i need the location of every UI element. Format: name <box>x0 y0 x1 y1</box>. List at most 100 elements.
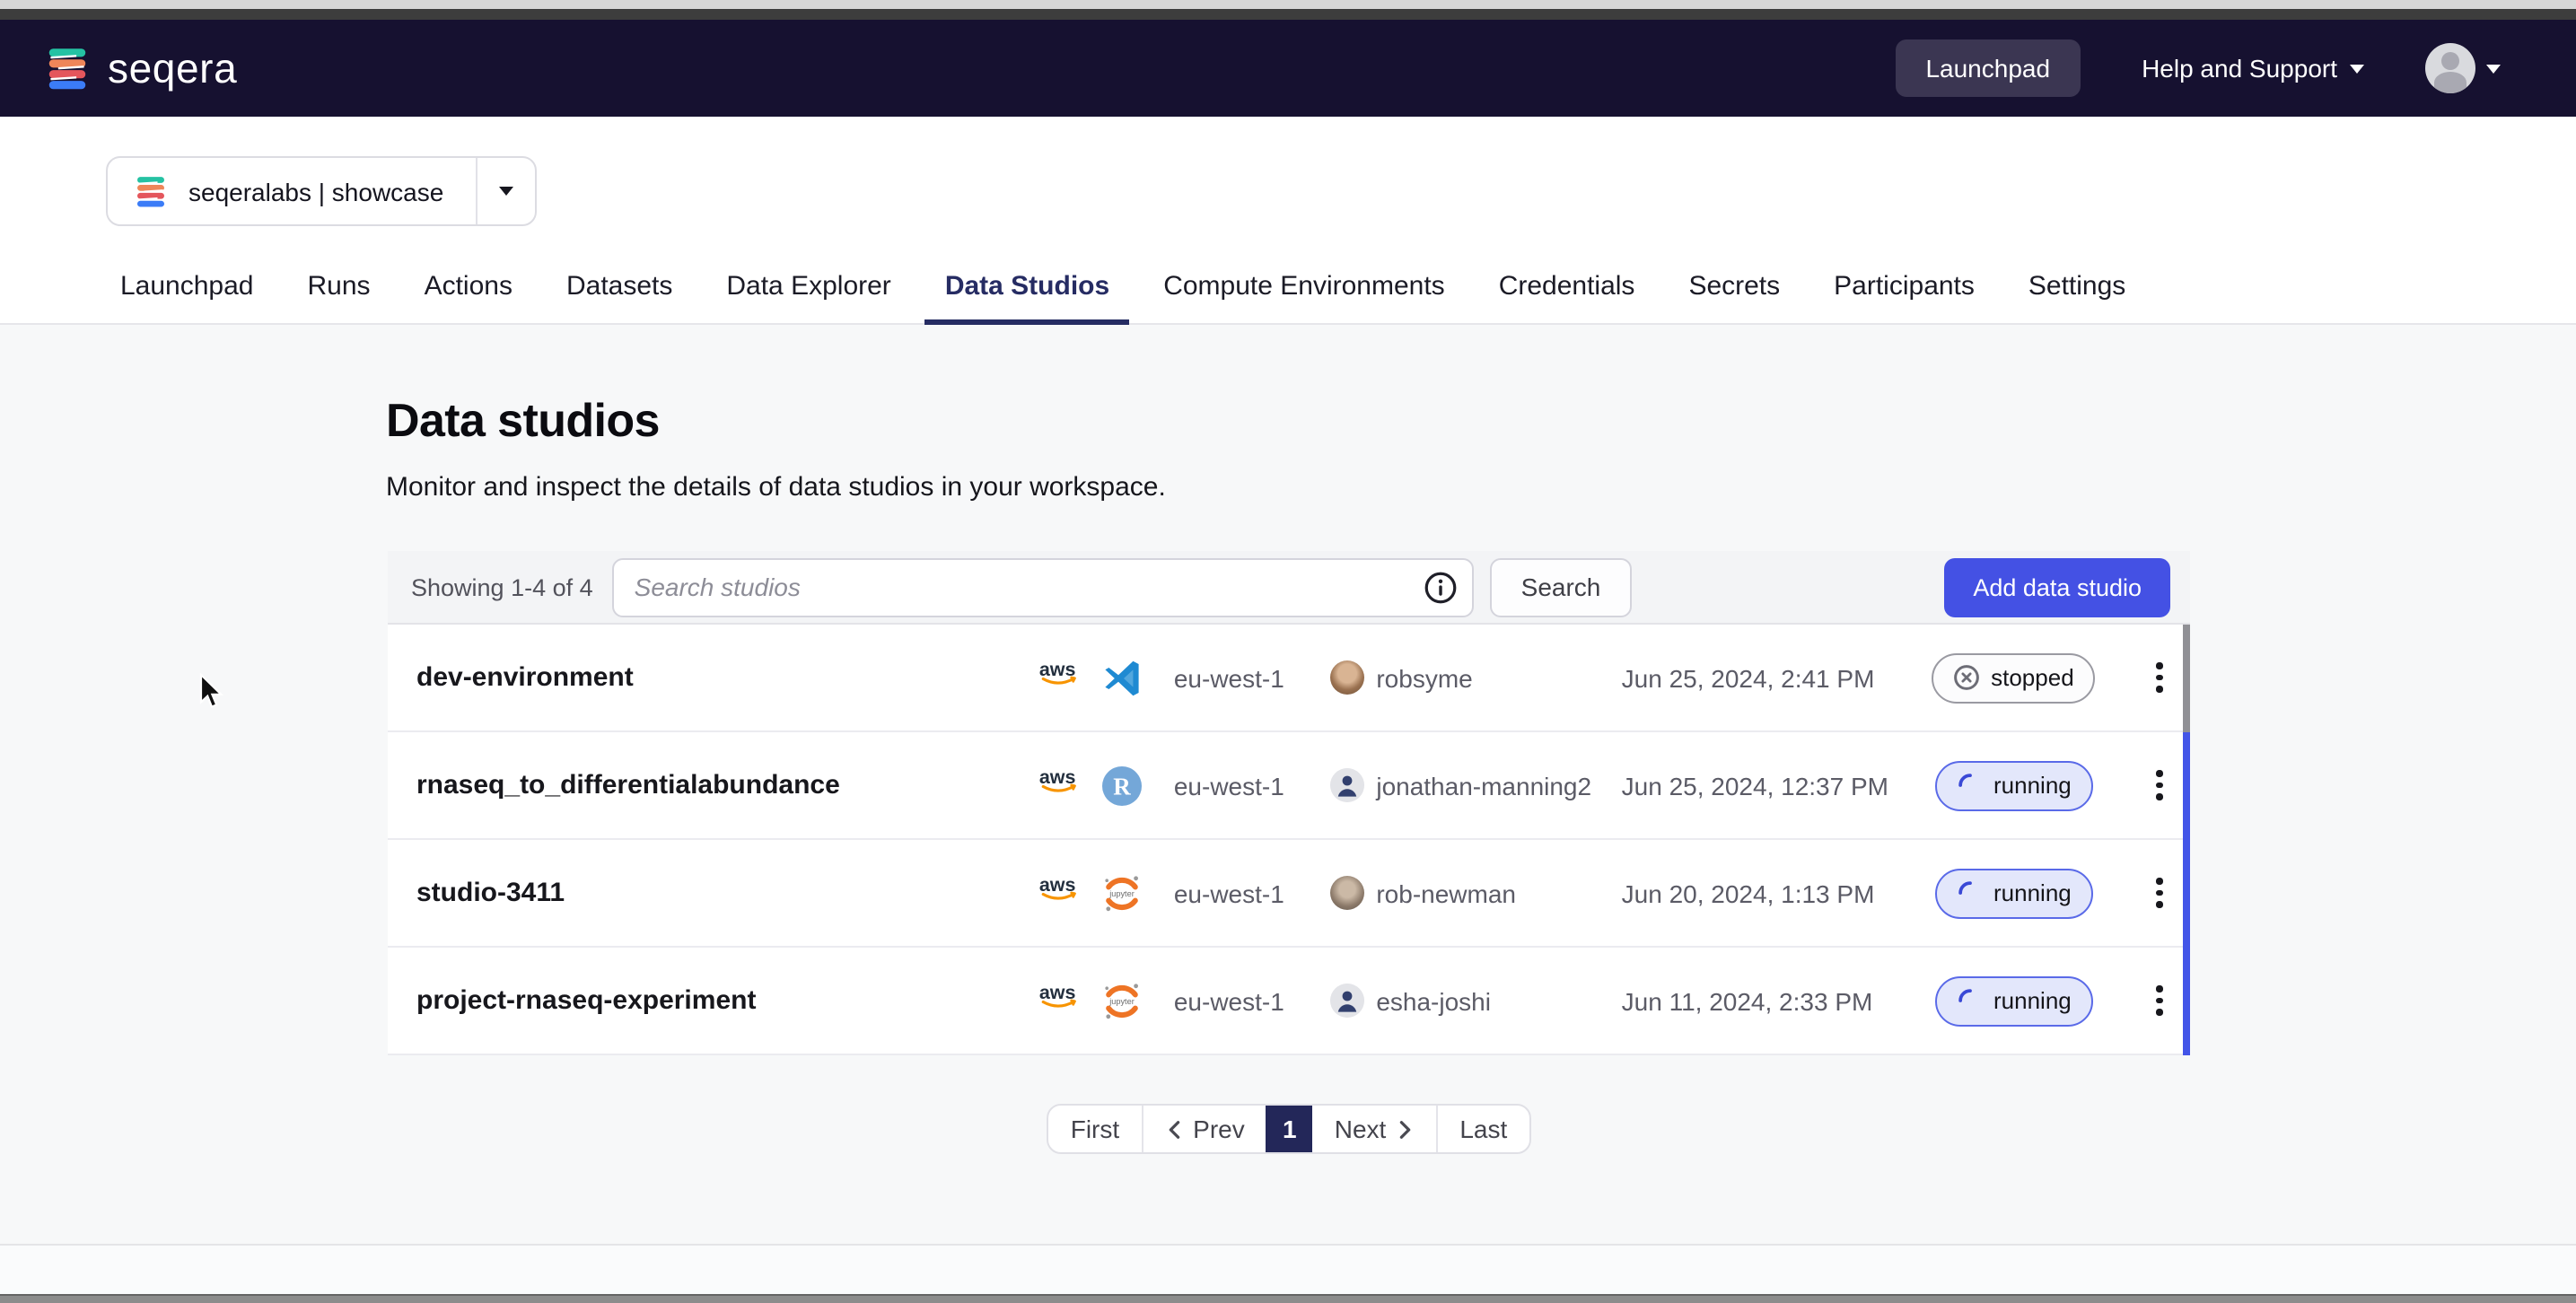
info-icon[interactable] <box>1423 568 1460 606</box>
table-row[interactable]: dev-environment aws R <box>388 625 2190 732</box>
tab-compute-environments[interactable]: Compute Environments <box>1136 253 1472 323</box>
created-date: Jun 11, 2024, 2:33 PM <box>1622 986 1923 1015</box>
table-row[interactable]: rnaseq_to_differentialabundance aws R <box>388 732 2190 840</box>
tab-data-studios[interactable]: Data Studios <box>918 253 1136 323</box>
table-toolbar: Showing 1-4 of 4 Search Add data studio <box>388 551 2190 625</box>
launchpad-button[interactable]: Launchpad <box>1895 39 2081 97</box>
tab-label: Credentials <box>1499 271 1635 302</box>
pagination: First Prev 1 Next Last <box>388 1104 2190 1154</box>
pagination-prev-label: Prev <box>1193 1115 1245 1143</box>
row-menu-button[interactable] <box>2130 771 2190 800</box>
pagination-last[interactable]: Last <box>1436 1106 1529 1152</box>
svg-text:aws: aws <box>1039 874 1076 896</box>
help-and-support-label: Help and Support <box>2142 54 2337 83</box>
pagination-first[interactable]: First <box>1049 1106 1143 1152</box>
tab-participants[interactable]: Participants <box>1807 253 2002 323</box>
studio-name-link[interactable]: studio-3411 <box>416 878 1034 908</box>
jupyter-icon: jupyter <box>1100 979 1143 1022</box>
aws-icon: aws <box>1034 872 1084 914</box>
tab-secrets[interactable]: Secrets <box>1661 253 1807 323</box>
tab-credentials[interactable]: Credentials <box>1472 253 1662 323</box>
svg-text:aws: aws <box>1039 659 1076 680</box>
chevron-down-icon <box>499 187 513 196</box>
page-footer <box>0 1246 2576 1296</box>
vscode-icon <box>1100 656 1143 699</box>
svg-text:aws: aws <box>1039 982 1076 1003</box>
table-row[interactable]: studio-3411 aws R <box>388 840 2190 948</box>
workspace-selector[interactable]: seqeralabs | showcase <box>106 156 537 226</box>
main-content: Data studios Monitor and inspect the det… <box>0 325 2576 1246</box>
status-badge: running <box>1934 760 2093 810</box>
scrollbar-thumb[interactable] <box>2183 625 2190 732</box>
page-title: Data studios <box>386 393 660 449</box>
studios-table: dev-environment aws R <box>388 625 2190 1055</box>
tab-runs[interactable]: Runs <box>281 253 398 323</box>
rstudio-icon: R <box>1100 764 1143 807</box>
seqera-logo[interactable]: seqera <box>43 44 237 92</box>
chevron-down-icon <box>2350 64 2364 73</box>
seqera-logo-icon <box>43 44 92 92</box>
workspace-header: seqeralabs | showcase Launchpad Runs Act… <box>0 117 2576 325</box>
tab-datasets[interactable]: Datasets <box>539 253 699 323</box>
studio-name-link[interactable]: dev-environment <box>416 662 1034 693</box>
page-subtitle: Monitor and inspect the details of data … <box>386 472 1166 503</box>
row-menu-button[interactable] <box>2130 879 2190 908</box>
region-label: eu-west-1 <box>1174 663 1330 692</box>
status-badge: running <box>1934 975 2093 1026</box>
pagination-next-label: Next <box>1335 1115 1387 1143</box>
app-window: seqera Launchpad Help and Support <box>0 0 2576 1303</box>
tab-label: Settings <box>2028 271 2125 302</box>
running-spinner-icon <box>1956 879 1983 906</box>
row-menu-button[interactable] <box>2130 986 2190 1016</box>
created-date: Jun 20, 2024, 1:13 PM <box>1622 879 1923 907</box>
tab-data-explorer[interactable]: Data Explorer <box>699 253 917 323</box>
aws-icon: aws <box>1034 765 1084 806</box>
studios-table-card: Showing 1-4 of 4 Search Add data studio <box>388 551 2190 1055</box>
svg-text:R: R <box>1113 773 1131 800</box>
user-menu[interactable] <box>2425 43 2501 93</box>
running-spinner-icon <box>1956 987 1983 1014</box>
add-data-studio-button[interactable]: Add data studio <box>1944 557 2170 617</box>
user-name: esha-joshi <box>1376 986 1491 1015</box>
user-avatar-icon <box>2425 43 2475 93</box>
pagination-prev[interactable]: Prev <box>1143 1106 1266 1152</box>
user-avatar <box>1329 660 1363 695</box>
region-label: eu-west-1 <box>1174 771 1330 800</box>
chevron-down-icon <box>2486 64 2501 73</box>
pagination-current-page[interactable]: 1 <box>1266 1106 1313 1152</box>
user-avatar <box>1329 768 1363 802</box>
pagination-next[interactable]: Next <box>1313 1106 1437 1152</box>
tab-label: Datasets <box>566 271 672 302</box>
tab-label: Data Studios <box>945 271 1109 302</box>
user-name: robsyme <box>1376 663 1472 692</box>
status-label: running <box>1993 772 2072 799</box>
region-label: eu-west-1 <box>1174 879 1330 907</box>
status-badge: running <box>1934 868 2093 918</box>
workspace-selector-toggle[interactable] <box>476 158 535 224</box>
status-badge: stopped <box>1932 652 2096 703</box>
search-button[interactable]: Search <box>1491 557 1632 617</box>
tab-label: Actions <box>425 271 513 302</box>
row-menu-button[interactable] <box>2130 663 2190 693</box>
window-chrome-top-dark <box>0 9 2576 20</box>
tab-label: Secrets <box>1688 271 1780 302</box>
help-and-support-menu[interactable]: Help and Support <box>2142 54 2364 83</box>
studio-name-link[interactable]: rnaseq_to_differentialabundance <box>416 770 1034 800</box>
user-name: rob-newman <box>1376 879 1516 907</box>
user-avatar <box>1329 876 1363 910</box>
running-spinner-icon <box>1956 772 1983 799</box>
tab-actions[interactable]: Actions <box>398 253 539 323</box>
table-row[interactable]: project-rnaseq-experiment aws R <box>388 948 2190 1055</box>
user-avatar <box>1329 984 1363 1018</box>
status-label: stopped <box>1991 664 2074 691</box>
scrollbar-accent <box>2183 732 2190 1055</box>
tab-label: Launchpad <box>120 271 254 302</box>
workspace-logo-icon <box>133 173 169 209</box>
tab-settings[interactable]: Settings <box>2002 253 2152 323</box>
studio-name-link[interactable]: project-rnaseq-experiment <box>416 985 1034 1016</box>
tab-label: Compute Environments <box>1163 271 1445 302</box>
tab-label: Participants <box>1834 271 1975 302</box>
tab-launchpad[interactable]: Launchpad <box>93 253 281 323</box>
created-date: Jun 25, 2024, 2:41 PM <box>1622 663 1923 692</box>
search-input[interactable] <box>613 557 1475 617</box>
